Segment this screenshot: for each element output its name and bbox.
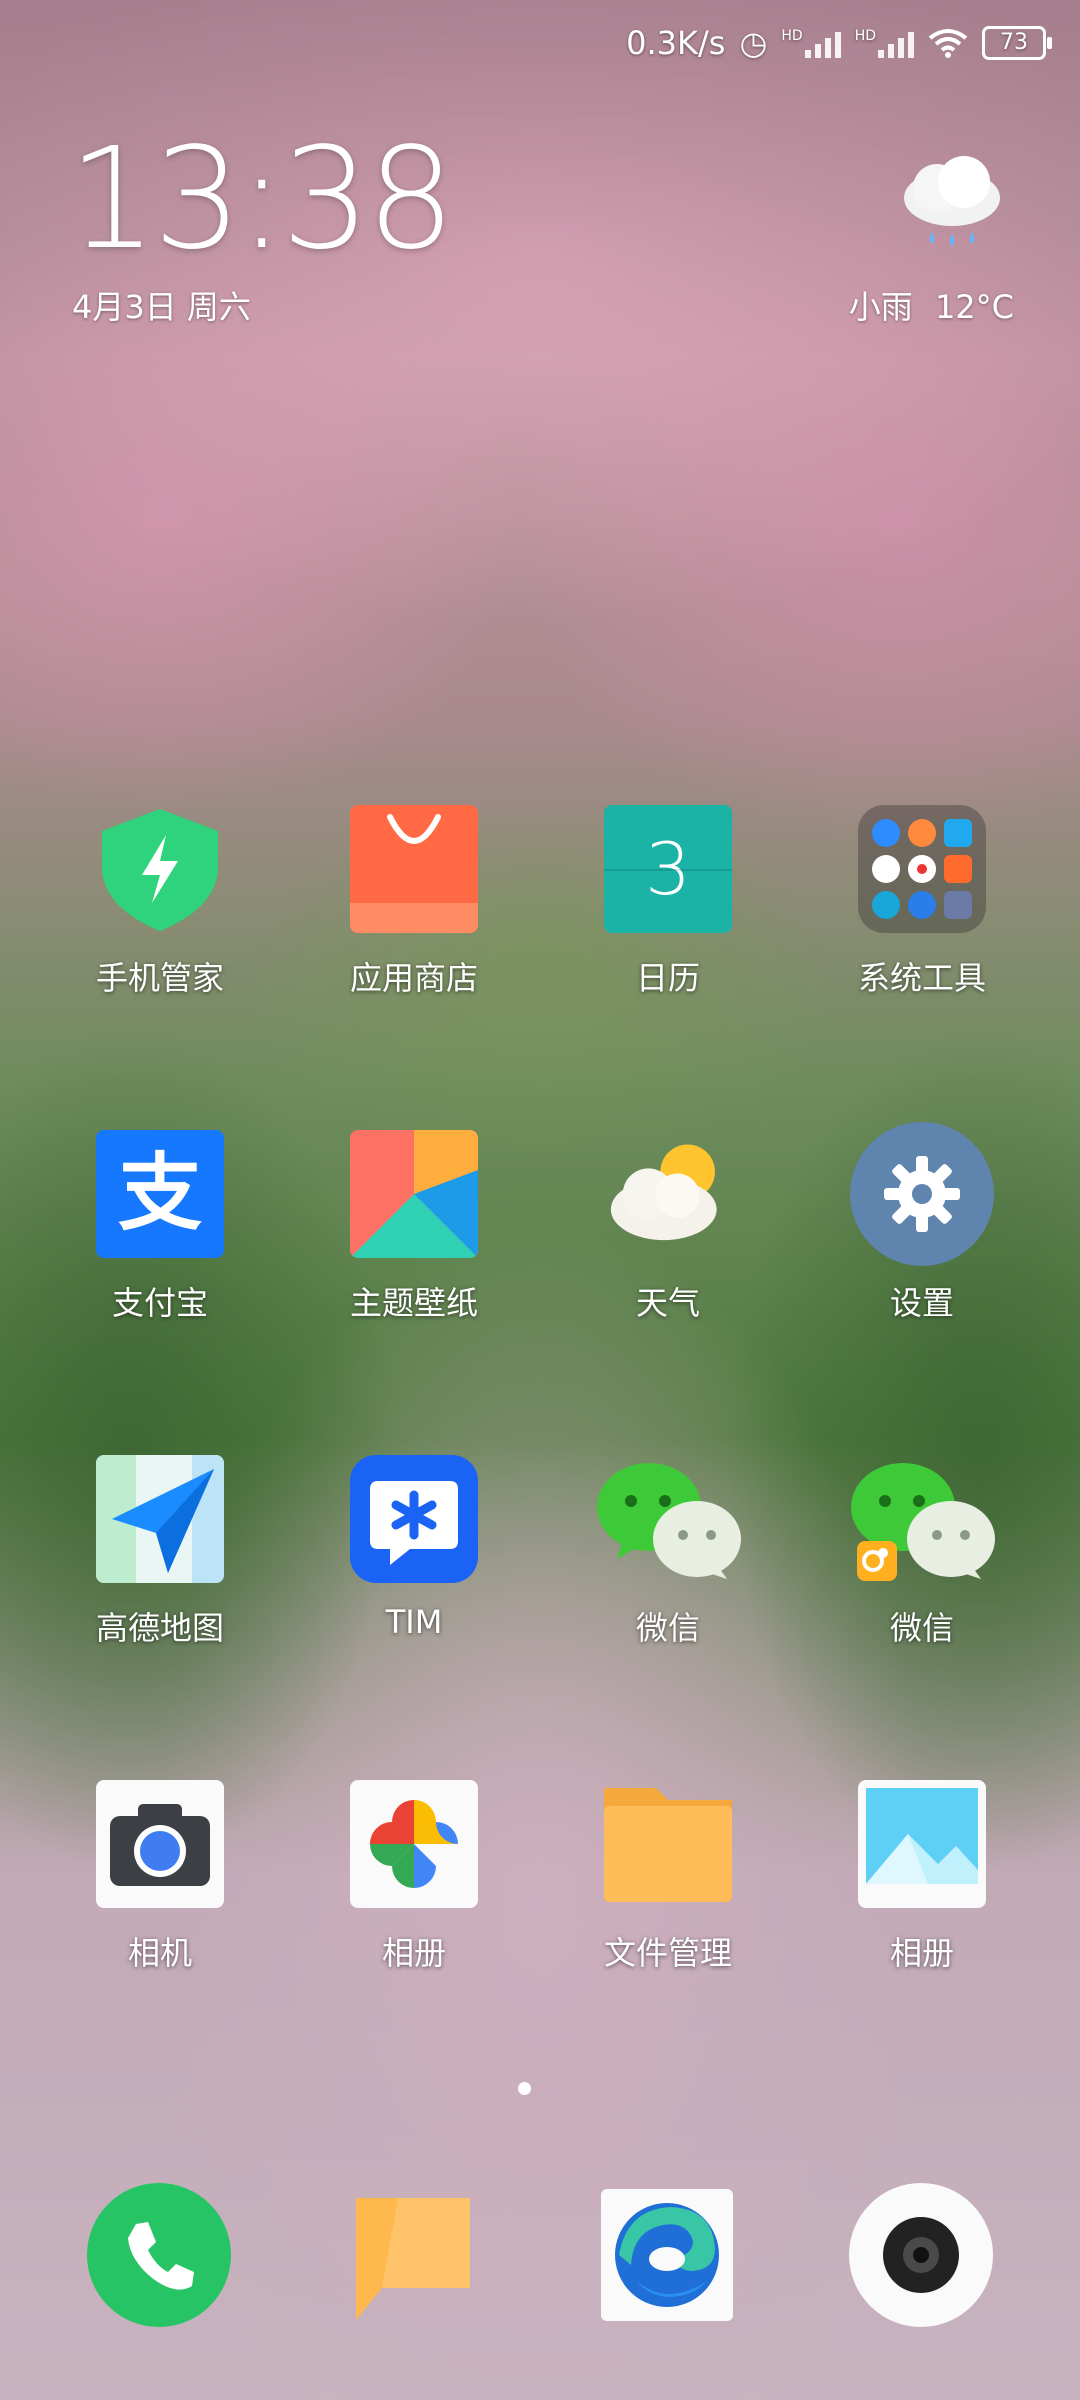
app-label: 手机管家: [95, 959, 224, 997]
app-file-manager[interactable]: 文件管理: [568, 1780, 768, 1980]
dock-camera[interactable]: [846, 2180, 996, 2330]
page-indicator[interactable]: [518, 2082, 531, 2095]
weather-condition: 小雨: [848, 288, 913, 326]
app-system-tools-folder[interactable]: 系统工具: [822, 805, 1022, 1005]
app-store[interactable]: 应用商店: [314, 805, 514, 1005]
wifi-icon: [928, 29, 968, 58]
app-calendar[interactable]: 3 日历: [568, 805, 768, 1005]
app-label: 微信: [889, 1609, 954, 1647]
notes-icon: [908, 819, 936, 847]
signal-badge: HD: [781, 28, 803, 44]
dock-phone[interactable]: [84, 2180, 234, 2330]
recorder-icon: [908, 855, 936, 883]
battery-level: 73: [1000, 30, 1028, 55]
signal-icon-1: HD: [781, 28, 841, 58]
map-navigation-icon: [96, 1455, 224, 1583]
app-label: 系统工具: [857, 959, 986, 997]
edge-browser-icon: [601, 2189, 733, 2321]
app-alipay[interactable]: 支 支付宝: [60, 1130, 260, 1330]
weather-icon: [604, 1130, 732, 1258]
dock-edge[interactable]: [592, 2180, 742, 2330]
app-label: 相册: [381, 1934, 446, 1972]
app-label: 日历: [635, 959, 700, 997]
messages-icon: [356, 2198, 470, 2320]
status-bar: 0.3K/s ◷ HD HD 73: [626, 24, 1052, 62]
app-camera[interactable]: 相机: [60, 1780, 260, 1980]
wechat-dual-icon: [847, 1455, 997, 1583]
signal-badge: HD: [854, 28, 876, 44]
app-settings[interactable]: 设置: [822, 1122, 1022, 1330]
contacts-icon: [872, 819, 900, 847]
app-label: 高德地图: [95, 1609, 224, 1647]
app-label: 相册: [889, 1934, 954, 1972]
app-weather[interactable]: 天气: [568, 1130, 768, 1330]
weather-temperature: 12°C: [934, 288, 1014, 326]
clock-time[interactable]: 13:38: [68, 130, 455, 270]
google-photos-icon: [350, 1780, 478, 1908]
scanner-icon: [908, 891, 936, 919]
mail-icon: [944, 819, 972, 847]
gear-icon: [850, 1122, 994, 1266]
app-label: 天气: [635, 1284, 700, 1322]
app-label: 文件管理: [603, 1934, 732, 1972]
app-label: 设置: [889, 1284, 954, 1322]
app-gallery[interactable]: 相册: [822, 1780, 1022, 1980]
file-folder-icon: [598, 1780, 738, 1908]
tim-icon: [350, 1455, 478, 1583]
themes-icon: [350, 1130, 478, 1258]
app-tim[interactable]: TIM: [314, 1455, 514, 1655]
clock-icon: [872, 855, 900, 883]
folder-icon: [858, 805, 986, 933]
app-wechat-dual[interactable]: 微信: [822, 1455, 1022, 1655]
app-label: 微信: [635, 1609, 700, 1647]
app-security[interactable]: 手机管家: [60, 805, 260, 1005]
app-google-photos[interactable]: 相册: [314, 1780, 514, 1980]
alipay-icon: 支: [96, 1130, 224, 1258]
app-label: 主题壁纸: [349, 1284, 478, 1322]
dock-messages[interactable]: [338, 2180, 488, 2330]
app-label: 应用商店: [349, 959, 478, 997]
app-label: TIM: [385, 1603, 443, 1641]
app-themes[interactable]: 主题壁纸: [314, 1130, 514, 1330]
app-label: 支付宝: [111, 1284, 208, 1322]
network-speed: 0.3K/s: [626, 24, 726, 62]
app-wechat[interactable]: 微信: [568, 1455, 768, 1655]
calendar-icon: 3: [604, 805, 732, 933]
app-amap[interactable]: 高德地图: [60, 1455, 260, 1655]
signal-icon-2: HD: [855, 28, 914, 58]
security-shield-icon: [96, 805, 224, 933]
clock-date[interactable]: 4月3日 周六: [72, 282, 251, 328]
calculator-icon: [944, 891, 972, 919]
weather-summary[interactable]: 小雨 12°C: [849, 282, 1014, 328]
alarm-icon: ◷: [739, 24, 768, 62]
phone-icon: [87, 2183, 231, 2327]
camera-icon: [96, 1780, 224, 1908]
wechat-icon: [593, 1455, 743, 1583]
app-store-bag-icon: [350, 805, 478, 933]
camera-lens-icon: [849, 2183, 993, 2327]
battery-icon: 73: [982, 26, 1052, 60]
app-label: 相机: [127, 1934, 192, 1972]
screen-recorder-icon: [944, 855, 972, 883]
svg-text:支: 支: [118, 1144, 202, 1242]
cloud-rain-icon[interactable]: [892, 150, 1012, 260]
compass-icon: [872, 891, 900, 919]
gallery-icon: [858, 1780, 986, 1908]
